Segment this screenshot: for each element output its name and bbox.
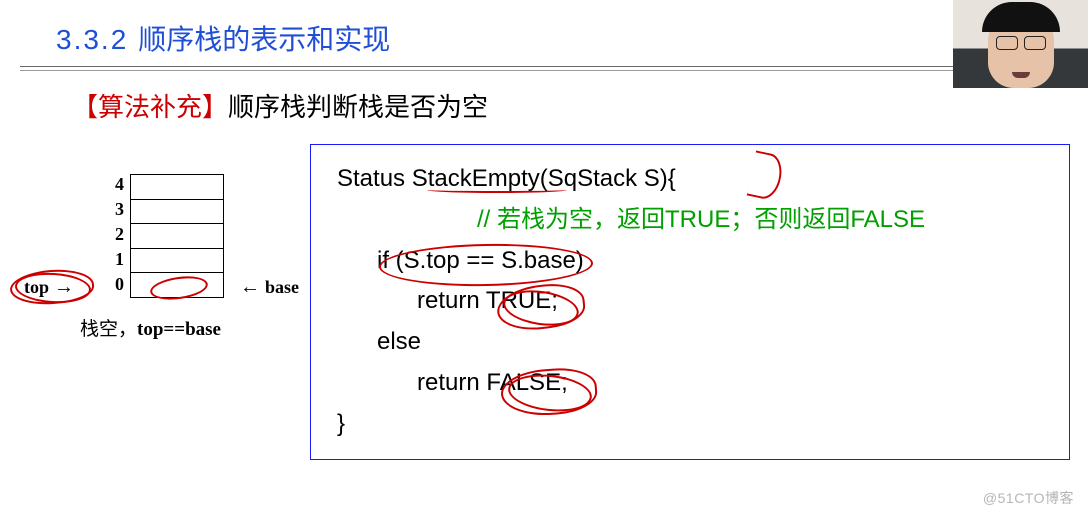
caption-condition: top==base [137,319,221,340]
subtitle-text: 顺序栈判断栈是否为空 [228,92,488,122]
code-line-else: else [337,322,1059,363]
index-2: 2 [106,224,124,249]
index-3: 3 [106,199,124,224]
presenter-video [953,0,1088,88]
index-column: 4 3 2 1 0 [106,174,124,299]
arrow-right-icon: → [49,276,74,298]
label-base: ← base [240,276,299,299]
label-base-text: base [265,277,299,297]
presenter-mouth [1012,72,1030,78]
code-line-return-false: return FALSE; [337,363,1059,404]
code-box: Status StackEmpty(SqStack S){ // 若栈为空，返回… [310,144,1070,460]
label-top-text: top [24,277,49,297]
diagram-caption: 栈空，top==base [80,314,221,341]
divider-bottom [20,70,1068,71]
glasses-icon [996,36,1046,50]
index-1: 1 [106,249,124,274]
subtitle-bracket: 【算法补充】 [72,92,228,122]
caption-prefix: 栈空， [80,319,137,340]
watermark: @51CTO博客 [983,488,1074,508]
stack-cell [130,223,224,249]
stack-cell [130,272,224,298]
label-top: top → [24,276,74,299]
subtitle: 【算法补充】顺序栈判断栈是否为空 [72,87,1088,124]
stack-cell [130,199,224,225]
section-number: 3.3.2 [56,24,128,56]
code-comment: // 若栈为空，返回TRUE；否则返回FALSE [337,200,1059,241]
section-title: 顺序栈的表示和实现 [138,18,390,58]
presenter-hair [982,2,1060,32]
code-line-1: Status StackEmpty(SqStack S){ [337,159,1059,200]
stack-cells [130,174,224,297]
content-row: 4 3 2 1 0 top → ← base 栈空，top==base Stat… [0,144,1088,460]
slide-header: 3.3.2 顺序栈的表示和实现 [0,0,1088,66]
index-0: 0 [106,274,124,299]
index-4: 4 [106,174,124,199]
code-line-return-true: return TRUE; [337,281,1059,322]
divider-top [20,66,1068,67]
code-line-close: } [337,404,1059,445]
presenter-face [988,8,1054,88]
arrow-left-icon: ← [240,276,265,298]
stack-cell [130,248,224,274]
stack-cell [130,174,224,200]
annotation-underline [427,187,567,193]
